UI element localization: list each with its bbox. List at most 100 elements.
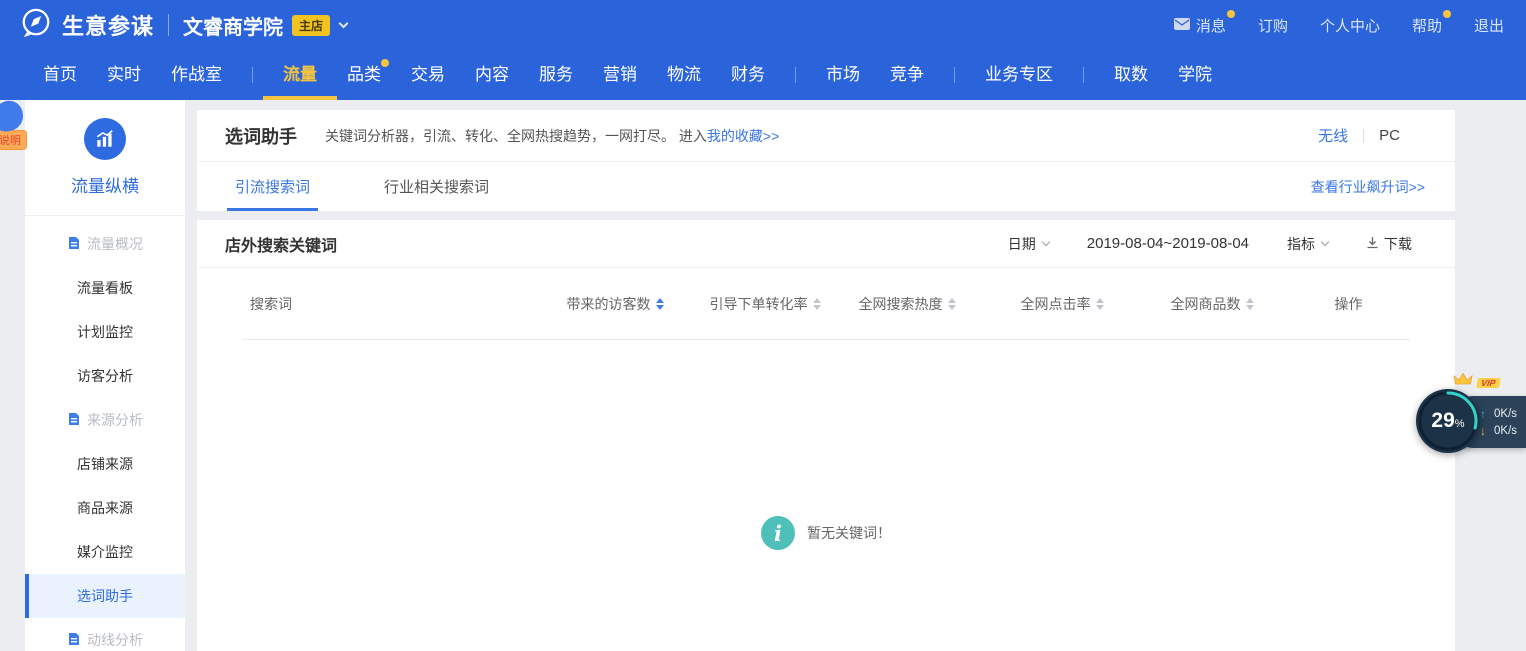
column-header-item-count[interactable]: 全网商品数 [1137, 294, 1287, 314]
date-filter-label: 日期 [1008, 234, 1036, 254]
help-badge[interactable]: 说明 [0, 130, 27, 150]
page-subtitle: 关键词分析器，引流、转化、全网热搜趋势，一网打尽。 进入我的收藏>> [325, 126, 779, 146]
help-mascot[interactable]: 说明 [0, 101, 27, 150]
chevron-down-icon [1042, 238, 1050, 246]
download-speed-widget[interactable]: ↑ 0K/s ↓ 0K/s 29% VIP [1408, 389, 1526, 455]
section-doc-icon [67, 236, 81, 253]
progress-percent: 29% [1431, 409, 1464, 433]
date-range-value[interactable]: 2019-08-04~2019-08-04 [1087, 235, 1249, 252]
topbar-brand-group: 生意参谋 文睿商学院 主店 [20, 7, 347, 44]
nav-item-competition[interactable]: 竞争 [890, 50, 924, 100]
device-toggle: 无线 PC [1318, 125, 1400, 146]
nav-item-academy[interactable]: 学院 [1178, 50, 1212, 100]
tab-traffic-keywords[interactable]: 引流搜索词 [227, 162, 318, 211]
topbar-item-label: 订购 [1258, 15, 1288, 36]
favorites-link[interactable]: 我的收藏>> [707, 128, 779, 144]
empty-state-text: 暂无关键词！ [807, 523, 891, 543]
nav-item-data-extract[interactable]: 取数 [1114, 50, 1148, 100]
nav-item-traffic[interactable]: 流量 [283, 50, 317, 100]
compass-logo-icon [20, 7, 52, 44]
sidebar-item-word-assistant[interactable]: 选词助手 [25, 574, 185, 618]
progress-circle[interactable]: 29% [1416, 389, 1480, 453]
topbar-item-help[interactable]: 帮助 [1412, 15, 1442, 36]
column-header-keyword: 搜索词 [242, 294, 527, 314]
nav-item-category[interactable]: 品类 [347, 50, 381, 100]
shop-name[interactable]: 文睿商学院 [183, 11, 283, 40]
sort-icon[interactable] [948, 298, 956, 310]
column-header-click-rate[interactable]: 全网点击率 [987, 294, 1137, 314]
upload-arrow-icon: ↑ [1480, 407, 1486, 421]
module-title: 流量纵横 [25, 172, 185, 197]
device-option-pc[interactable]: PC [1379, 127, 1400, 144]
topbar: 生意参谋 文睿商学院 主店 消息 订购 个人中心 帮助 退出 [0, 0, 1526, 50]
nav-divider [954, 67, 955, 83]
sort-icon[interactable] [656, 298, 664, 310]
topbar-item-logout[interactable]: 退出 [1474, 15, 1504, 36]
nav-divider [252, 67, 253, 83]
upload-speed-value: 0K/s [1494, 408, 1517, 420]
sidebar-menu: 流量概况 流量看板 计划监控 访客分析 来源分析 店铺来源 商品来源 媒介监控 … [25, 216, 185, 651]
traffic-module-icon [84, 118, 126, 160]
nav-item-market[interactable]: 市场 [826, 50, 860, 100]
sidebar-module-header: 流量纵横 [25, 100, 185, 216]
sidebar-item-traffic-dashboard[interactable]: 流量看板 [25, 266, 185, 310]
app-name[interactable]: 生意参谋 [62, 9, 154, 41]
nav-item-logistics[interactable]: 物流 [667, 50, 701, 100]
sort-icon[interactable] [813, 298, 821, 310]
nav-item-finance[interactable]: 财务 [731, 50, 765, 100]
nav-item-home[interactable]: 首页 [43, 50, 77, 100]
sidebar-item-shop-source[interactable]: 店铺来源 [25, 442, 185, 486]
sidebar-section-source-analysis[interactable]: 来源分析 [25, 398, 185, 442]
page-title: 选词助手 [225, 123, 297, 149]
topbar-item-label: 帮助 [1412, 15, 1442, 36]
date-filter-dropdown[interactable]: 日期 [1008, 234, 1049, 254]
sidebar-item-item-source[interactable]: 商品来源 [25, 486, 185, 530]
section-doc-icon [67, 412, 81, 429]
table-toolbar: 店外搜索关键词 日期 2019-08-04~2019-08-04 指标 下载 [197, 220, 1455, 268]
nav-item-marketing[interactable]: 营销 [603, 50, 637, 100]
nav-item-realtime[interactable]: 实时 [107, 50, 141, 100]
device-option-wireless[interactable]: 无线 [1318, 125, 1348, 146]
column-header-search-heat[interactable]: 全网搜索热度 [827, 294, 987, 314]
mail-icon [1174, 17, 1190, 34]
shop-chevron-down-icon[interactable] [339, 18, 349, 28]
nav-item-service[interactable]: 服务 [539, 50, 573, 100]
download-button[interactable]: 下载 [1366, 234, 1412, 254]
download-icon [1366, 236, 1379, 252]
tab-label: 引流搜索词 [235, 176, 310, 197]
download-speed-row: ↓ 0K/s [1480, 424, 1526, 438]
industry-rising-words-link[interactable]: 查看行业飙升词>> [1311, 177, 1425, 197]
chevron-down-icon [1321, 238, 1329, 246]
topbar-item-subscribe[interactable]: 订购 [1258, 15, 1288, 36]
tab-industry-keywords[interactable]: 行业相关搜索词 [376, 162, 497, 211]
topbar-item-messages[interactable]: 消息 [1174, 15, 1226, 36]
nav-item-business-zone[interactable]: 业务专区 [985, 50, 1053, 100]
sidebar-item-visitor-analysis[interactable]: 访客分析 [25, 354, 185, 398]
sidebar-section-traffic-overview[interactable]: 流量概况 [25, 222, 185, 266]
nav-item-trade[interactable]: 交易 [411, 50, 445, 100]
vip-badge[interactable]: VIP [1453, 373, 1500, 391]
topbar-item-label: 个人中心 [1320, 15, 1380, 36]
nav-item-war-room[interactable]: 作战室 [171, 50, 222, 100]
sort-icon[interactable] [1096, 298, 1104, 310]
topbar-item-profile[interactable]: 个人中心 [1320, 15, 1380, 36]
metric-filter-dropdown[interactable]: 指标 [1287, 234, 1328, 254]
download-speed-value: 0K/s [1494, 425, 1517, 437]
mascot-icon [0, 98, 26, 134]
page-header: 选词助手 关键词分析器，引流、转化、全网热搜趋势，一网打尽。 进入我的收藏>> … [197, 110, 1455, 162]
sidebar-section-path-analysis[interactable]: 动线分析 [25, 618, 185, 651]
notification-dot [381, 59, 389, 67]
nav-item-content[interactable]: 内容 [475, 50, 509, 100]
topbar-menu: 消息 订购 个人中心 帮助 退出 [1174, 15, 1504, 36]
empty-state: i 暂无关键词！ [197, 516, 1455, 550]
sidebar-item-media-monitor[interactable]: 媒介监控 [25, 530, 185, 574]
topbar-item-label: 消息 [1196, 15, 1226, 36]
main-nav: 首页 实时 作战室 流量 品类 交易 内容 服务 营销 物流 财务 市场 竞争 … [0, 50, 1526, 100]
column-header-visitors[interactable]: 带来的访客数 [527, 294, 703, 314]
toggle-divider [1363, 129, 1364, 143]
table-section-title: 店外搜索关键词 [225, 232, 337, 256]
sort-icon[interactable] [1246, 298, 1254, 310]
column-header-conversion-rate[interactable]: 引导下单转化率 [703, 294, 827, 314]
sidebar-item-plan-monitor[interactable]: 计划监控 [25, 310, 185, 354]
active-tab-underline [227, 208, 318, 211]
